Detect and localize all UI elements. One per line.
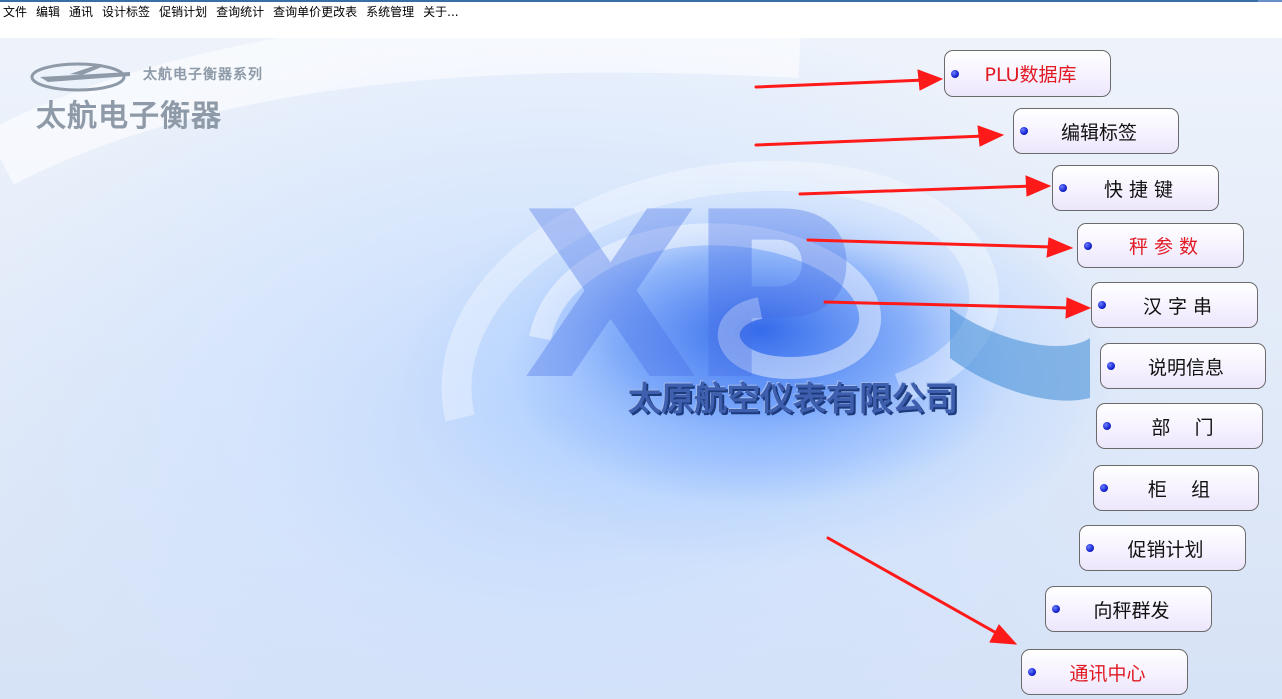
bullet-icon [1103, 422, 1111, 430]
broadcast-to-scales-button[interactable]: 向秤群发 [1045, 586, 1212, 632]
bullet-icon [1028, 668, 1036, 676]
department-button[interactable]: 部 门 [1096, 403, 1263, 449]
menu-system-management[interactable]: 系统管理 [366, 5, 414, 20]
company-name: 太原航空仪表有限公司 [628, 379, 958, 418]
menu-query-stats[interactable]: 查询统计 [216, 5, 264, 20]
bullet-icon [1059, 184, 1067, 192]
menu-edit[interactable]: 编辑 [36, 5, 60, 20]
shortcut-key-button[interactable]: 快 捷 键 [1052, 165, 1219, 211]
menu-bar: 文件 编辑 通讯 设计标签 促销计划 查询统计 查询单价更改表 系统管理 关于.… [0, 2, 1282, 38]
chinese-string-button[interactable]: 汉 字 串 [1091, 282, 1258, 328]
promotion-plan-button[interactable]: 促销计划 [1079, 525, 1246, 571]
counter-group-button[interactable]: 柜 组 [1093, 465, 1259, 511]
menu-design-label[interactable]: 设计标签 [102, 5, 150, 20]
button-label: 秤 参 数 [1128, 236, 1199, 258]
scale-parameters-button[interactable]: 秤 参 数 [1077, 223, 1244, 268]
brand-logo: 太航电子衡器系列 太航电子衡器 [30, 60, 320, 140]
button-label: 通讯中心 [1069, 662, 1146, 685]
communication-center-button[interactable]: 通讯中心 [1021, 649, 1188, 695]
bullet-icon [951, 69, 959, 78]
bullet-icon [1084, 241, 1092, 250]
button-label: PLU数据库 [984, 64, 1077, 86]
menu-promotion-plan[interactable]: 促销计划 [159, 5, 207, 20]
logo-title: 太航电子衡器 [36, 99, 222, 134]
bullet-icon [1052, 605, 1060, 613]
bullet-icon [1100, 484, 1108, 492]
bullet-icon [1020, 127, 1028, 135]
button-label: 编辑标签 [1060, 121, 1137, 144]
button-label: 部 门 [1151, 416, 1214, 439]
button-label: 柜 组 [1147, 478, 1211, 501]
airplane-logo-icon [30, 62, 130, 92]
menu-about[interactable]: 关于... [423, 5, 458, 20]
logo-subtitle: 太航电子衡器系列 [143, 67, 263, 83]
edit-label-button[interactable]: 编辑标签 [1013, 108, 1179, 154]
button-label: 快 捷 键 [1103, 178, 1174, 201]
button-label: 向秤群发 [1093, 599, 1170, 622]
menu-file[interactable]: 文件 [3, 5, 27, 20]
bullet-icon [1107, 362, 1115, 370]
bullet-icon [1086, 544, 1094, 552]
bullet-icon [1098, 301, 1106, 309]
button-label: 汉 字 串 [1142, 295, 1213, 318]
menu-communication[interactable]: 通讯 [69, 5, 93, 20]
menu-query-price-changes[interactable]: 查询单价更改表 [273, 5, 357, 20]
description-info-button[interactable]: 说明信息 [1100, 343, 1266, 389]
plu-database-button[interactable]: PLU数据库 [944, 50, 1111, 97]
button-label: 促销计划 [1127, 538, 1204, 561]
button-label: 说明信息 [1147, 356, 1224, 379]
